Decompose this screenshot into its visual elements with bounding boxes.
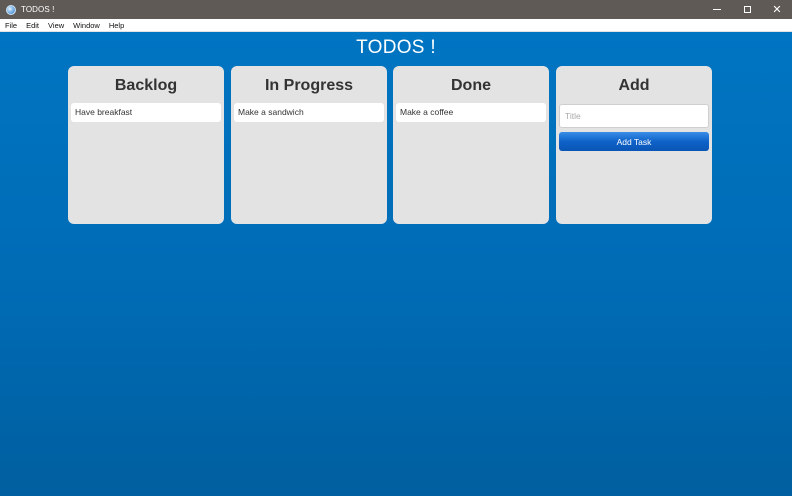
- column-heading-in-progress: In Progress: [264, 77, 354, 94]
- task-card[interactable]: Make a coffee: [396, 103, 546, 122]
- window-titlebar: TODOS ! ✕: [0, 0, 792, 19]
- add-task-button[interactable]: Add Task: [559, 132, 709, 151]
- column-backlog: Backlog Have breakfast: [68, 66, 224, 224]
- title-input[interactable]: [559, 104, 709, 128]
- menu-window[interactable]: Window: [68, 21, 104, 30]
- minimize-icon: [713, 9, 721, 10]
- column-heading-backlog: Backlog: [114, 77, 178, 94]
- column-heading-add: Add: [618, 77, 650, 94]
- task-card[interactable]: Make a sandwich: [234, 103, 384, 122]
- maximize-icon: [743, 6, 751, 13]
- column-in-progress: In Progress Make a sandwich: [231, 66, 387, 224]
- close-button[interactable]: ✕: [762, 0, 792, 19]
- task-card[interactable]: Have breakfast: [71, 103, 221, 122]
- menu-file[interactable]: File: [0, 21, 21, 30]
- menu-edit[interactable]: Edit: [21, 21, 43, 30]
- window-controls: ✕: [702, 0, 792, 19]
- app-content: TODOS ! Backlog Have breakfast In Progre…: [0, 32, 792, 496]
- page-title: TODOS !: [356, 37, 436, 58]
- column-heading-done: Done: [451, 77, 491, 94]
- minimize-button[interactable]: [702, 0, 732, 19]
- menu-help[interactable]: Help: [104, 21, 128, 30]
- menu-view[interactable]: View: [43, 21, 68, 30]
- maximize-button[interactable]: [732, 0, 762, 19]
- column-add: Add Add Task: [556, 66, 712, 224]
- app-icon: [6, 4, 16, 15]
- close-icon: ✕: [772, 3, 782, 16]
- column-done: Done Make a coffee: [393, 66, 549, 224]
- window-title: TODOS !: [21, 5, 55, 14]
- menu-bar: File Edit View Window Help: [0, 19, 792, 32]
